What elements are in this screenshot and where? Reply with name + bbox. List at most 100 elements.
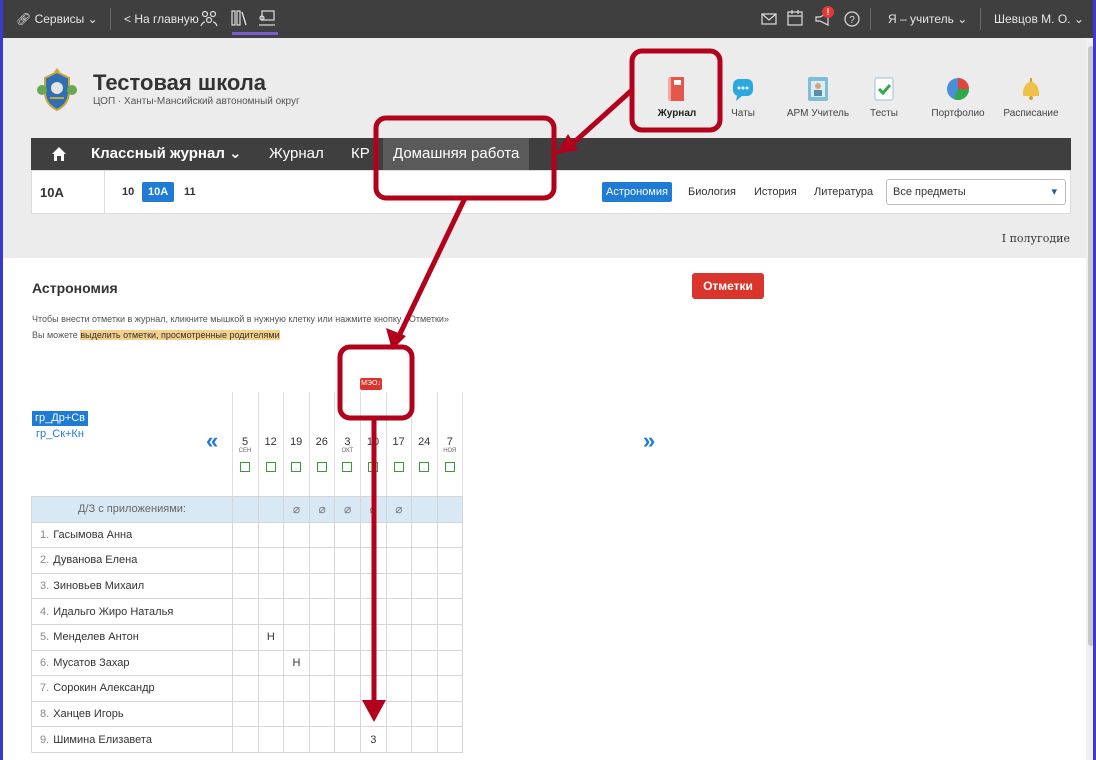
calendar-icon[interactable] <box>786 9 804 27</box>
student-name-cell[interactable]: 9. Шимина Елизавета <box>31 726 233 753</box>
app-portfolio[interactable]: Портфолио <box>922 76 994 119</box>
mark-cell[interactable] <box>232 700 259 728</box>
mark-cell[interactable] <box>436 675 464 702</box>
highlight-parents-link[interactable]: выделить отметки, просмотренные родителя… <box>80 330 280 340</box>
mark-cell[interactable] <box>308 649 336 677</box>
mark-cell[interactable] <box>359 598 387 625</box>
date-header[interactable]: 10 <box>360 436 386 448</box>
class-pill[interactable]: 10 <box>116 182 140 202</box>
homework-cell[interactable]: ⌀ <box>283 496 310 523</box>
mark-cell[interactable] <box>411 726 438 753</box>
class-pill-active[interactable]: 10А <box>142 182 175 202</box>
mark-cell[interactable] <box>436 623 464 651</box>
app-chats[interactable]: Чаты <box>707 76 779 119</box>
marks-button[interactable]: Отметки <box>692 273 764 299</box>
date-header[interactable]: 17 <box>386 436 412 448</box>
mark-cell[interactable] <box>436 598 464 625</box>
mark-cell[interactable] <box>359 649 387 677</box>
mark-cell[interactable] <box>232 726 259 753</box>
mark-cell[interactable] <box>283 598 310 625</box>
mark-cell[interactable] <box>283 675 310 702</box>
mark-cell[interactable] <box>359 572 387 600</box>
homework-cell[interactable] <box>257 496 285 523</box>
date-header[interactable]: 12 <box>258 436 284 448</box>
next-period-icon[interactable]: » <box>643 430 655 452</box>
mark-cell[interactable] <box>411 675 438 702</box>
mark-cell[interactable] <box>334 726 361 753</box>
paperclip-icon[interactable]: ⌀ <box>370 502 377 516</box>
help-icon[interactable]: ? <box>843 10 861 28</box>
mark-cell[interactable] <box>411 598 438 625</box>
student-name-cell[interactable]: 3. Зиновьев Михаил <box>31 572 233 600</box>
mark-cell[interactable] <box>334 700 361 728</box>
mark-cell[interactable] <box>334 675 361 702</box>
mark-cell[interactable] <box>308 547 336 574</box>
mark-cell[interactable] <box>283 572 310 600</box>
mark-cell[interactable] <box>436 649 464 677</box>
people-icon[interactable] <box>200 9 218 27</box>
mark-cell[interactable] <box>334 521 361 549</box>
app-schedule[interactable]: Расписание <box>995 76 1067 119</box>
mark-cell[interactable] <box>385 572 413 600</box>
mark-cell[interactable]: Н <box>283 649 310 677</box>
mark-cell[interactable] <box>334 598 361 625</box>
date-header[interactable]: 7 НОЯ <box>437 436 463 455</box>
mark-cell[interactable] <box>232 623 259 651</box>
student-name-cell[interactable]: 8. Ханцев Игорь <box>31 700 233 728</box>
homework-cell[interactable] <box>232 496 259 523</box>
homework-cell[interactable]: ⌀ <box>385 496 413 523</box>
student-name-cell[interactable]: 2. Дуванова Елена <box>31 547 233 574</box>
mark-cell[interactable] <box>283 521 310 549</box>
mark-cell[interactable] <box>232 675 259 702</box>
mark-cell[interactable] <box>257 598 285 625</box>
group-link[interactable]: гр_Ск+Кн <box>36 428 84 440</box>
column-checkbox[interactable] <box>419 462 430 472</box>
tab-homework[interactable]: Домашняя работа <box>383 138 530 170</box>
mark-cell[interactable] <box>334 649 361 677</box>
column-checkbox[interactable] <box>444 462 455 472</box>
mark-cell[interactable] <box>436 726 464 753</box>
mark-cell[interactable] <box>385 675 413 702</box>
meo-badge[interactable]: МЭО↓ <box>360 378 382 390</box>
mark-cell[interactable] <box>257 726 285 753</box>
column-checkbox[interactable] <box>291 462 302 472</box>
subject-history[interactable]: История <box>750 182 801 202</box>
mark-cell[interactable] <box>308 623 336 651</box>
homework-cell[interactable]: ⌀ <box>334 496 361 523</box>
subject-biology[interactable]: Биология <box>684 182 740 202</box>
app-arm-teacher[interactable]: АРМ Учитель <box>782 76 854 119</box>
home-link[interactable]: < На главную <box>124 0 199 38</box>
teacher-desk-icon[interactable] <box>258 9 276 27</box>
mark-cell[interactable] <box>257 649 285 677</box>
mark-cell[interactable] <box>257 547 285 574</box>
period-label[interactable]: I полугодие <box>1002 232 1070 245</box>
homework-cell[interactable]: ⌀ <box>308 496 336 523</box>
services-menu[interactable]: 🔗︎ Сервисы ⌄ <box>16 0 98 38</box>
mark-cell[interactable] <box>385 547 413 574</box>
mark-cell[interactable] <box>334 623 361 651</box>
mark-cell[interactable] <box>334 572 361 600</box>
mark-cell[interactable] <box>308 726 336 753</box>
mark-cell[interactable] <box>308 521 336 549</box>
mark-cell[interactable] <box>411 623 438 651</box>
homework-cell[interactable]: ⌀ <box>359 496 387 523</box>
mark-cell[interactable] <box>436 547 464 574</box>
date-header[interactable]: 24 <box>411 436 437 448</box>
mark-cell[interactable] <box>232 598 259 625</box>
mark-cell[interactable] <box>283 623 310 651</box>
student-name-cell[interactable]: 4. Идальго Жиро Наталья <box>31 598 233 625</box>
tab-kr[interactable]: КР <box>351 138 370 170</box>
app-journal[interactable]: Журнал <box>641 76 713 119</box>
mark-cell[interactable]: Н <box>257 623 285 651</box>
mark-cell[interactable] <box>411 700 438 728</box>
paperclip-icon[interactable]: ⌀ <box>344 502 351 516</box>
column-checkbox[interactable] <box>393 462 404 472</box>
mark-cell[interactable] <box>334 547 361 574</box>
mark-cell[interactable] <box>385 623 413 651</box>
mark-cell[interactable] <box>385 700 413 728</box>
app-tests[interactable]: Тесты <box>848 76 920 119</box>
mark-cell[interactable] <box>359 675 387 702</box>
mark-cell[interactable] <box>232 649 259 677</box>
mark-cell[interactable] <box>436 521 464 549</box>
class-pill[interactable]: 11 <box>178 182 202 202</box>
